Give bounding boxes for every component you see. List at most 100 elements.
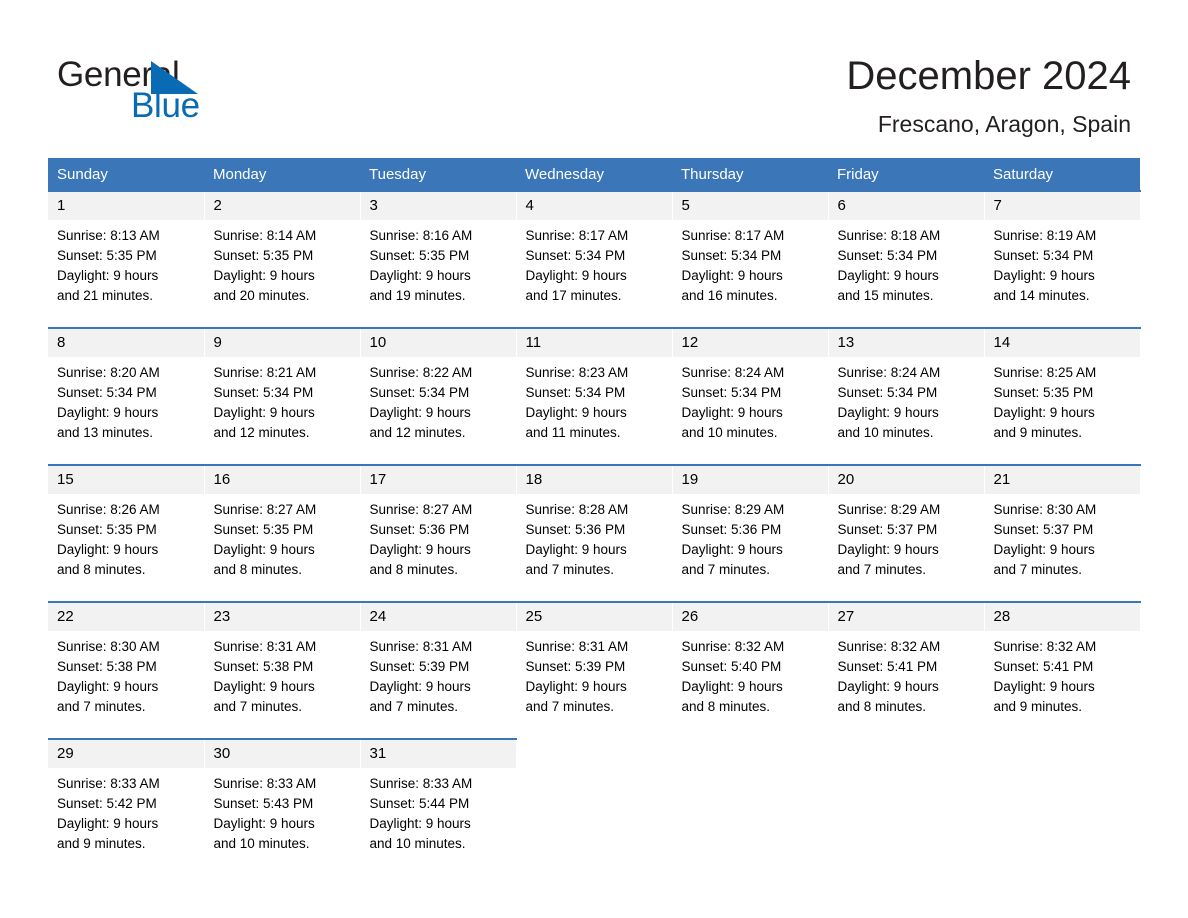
sunset-text: Sunset: 5:34 PM [681,385,782,400]
calendar-week-row: 22 Sunrise: 8:30 AM Sunset: 5:38 PM Dayl… [48,601,1141,736]
sunrise-text: Sunrise: 8:32 AM [993,639,1097,654]
day-number: 11 [516,329,672,357]
sunset-text: Sunset: 5:43 PM [213,796,314,811]
day-cell[interactable]: 28 Sunrise: 8:32 AM Sunset: 5:41 PM Dayl… [984,601,1141,736]
day-number: 7 [984,192,1140,220]
day-cell[interactable]: 11 Sunrise: 8:23 AM Sunset: 5:34 PM Dayl… [516,327,673,462]
daylight-text-line2: and 11 minutes. [525,425,621,440]
sunrise-text: Sunrise: 8:31 AM [213,639,317,654]
day-cell[interactable]: 12 Sunrise: 8:24 AM Sunset: 5:34 PM Dayl… [672,327,829,462]
day-cell[interactable]: 20 Sunrise: 8:29 AM Sunset: 5:37 PM Dayl… [828,464,985,599]
day-number: 10 [360,329,516,357]
day-cell[interactable]: 9 Sunrise: 8:21 AM Sunset: 5:34 PM Dayli… [204,327,361,462]
weekday-header-friday: Friday [828,158,984,191]
daylight-text-line2: and 10 minutes. [369,836,466,851]
daylight-text-line2: and 17 minutes. [525,288,622,303]
day-details: Sunrise: 8:29 AM Sunset: 5:36 PM Dayligh… [673,494,828,580]
day-number [984,740,1140,768]
day-number: 30 [204,740,360,768]
daylight-text-line2: and 12 minutes. [213,425,310,440]
day-details: Sunrise: 8:13 AM Sunset: 5:35 PM Dayligh… [48,220,204,306]
daylight-text-line1: Daylight: 9 hours [57,542,159,557]
day-details: Sunrise: 8:18 AM Sunset: 5:34 PM Dayligh… [829,220,984,306]
sunset-text: Sunset: 5:34 PM [525,385,626,400]
day-cell[interactable]: 6 Sunrise: 8:18 AM Sunset: 5:34 PM Dayli… [828,190,985,325]
day-number [828,740,984,768]
day-cell[interactable]: 29 Sunrise: 8:33 AM Sunset: 5:42 PM Dayl… [48,738,205,873]
day-cell[interactable]: 18 Sunrise: 8:28 AM Sunset: 5:36 PM Dayl… [516,464,673,599]
daylight-text-line1: Daylight: 9 hours [993,542,1095,557]
daylight-text-line1: Daylight: 9 hours [993,679,1095,694]
day-cell[interactable]: 15 Sunrise: 8:26 AM Sunset: 5:35 PM Dayl… [48,464,205,599]
day-cell[interactable]: 25 Sunrise: 8:31 AM Sunset: 5:39 PM Dayl… [516,601,673,736]
day-cell[interactable]: 2 Sunrise: 8:14 AM Sunset: 5:35 PM Dayli… [204,190,361,325]
day-cell[interactable]: 31 Sunrise: 8:33 AM Sunset: 5:44 PM Dayl… [360,738,517,873]
day-number: 27 [828,603,984,631]
day-cell[interactable]: 22 Sunrise: 8:30 AM Sunset: 5:38 PM Dayl… [48,601,205,736]
day-cell[interactable]: 14 Sunrise: 8:25 AM Sunset: 5:35 PM Dayl… [984,327,1141,462]
day-number: 3 [360,192,516,220]
daylight-text-line2: and 8 minutes. [837,699,927,714]
day-cell[interactable]: 16 Sunrise: 8:27 AM Sunset: 5:35 PM Dayl… [204,464,361,599]
day-cell[interactable]: 10 Sunrise: 8:22 AM Sunset: 5:34 PM Dayl… [360,327,517,462]
day-details: Sunrise: 8:14 AM Sunset: 5:35 PM Dayligh… [205,220,360,306]
day-cell-empty [516,738,673,873]
day-cell[interactable]: 24 Sunrise: 8:31 AM Sunset: 5:39 PM Dayl… [360,601,517,736]
daylight-text-line1: Daylight: 9 hours [213,679,315,694]
sunrise-text: Sunrise: 8:19 AM [993,228,1097,243]
day-cell[interactable]: 7 Sunrise: 8:19 AM Sunset: 5:34 PM Dayli… [984,190,1141,325]
daylight-text-line2: and 7 minutes. [681,562,771,577]
day-number: 26 [672,603,828,631]
daylight-text-line2: and 15 minutes. [837,288,934,303]
sunrise-text: Sunrise: 8:33 AM [57,776,160,791]
day-details: Sunrise: 8:28 AM Sunset: 5:36 PM Dayligh… [517,494,672,580]
day-details: Sunrise: 8:29 AM Sunset: 5:37 PM Dayligh… [829,494,984,580]
day-cell[interactable]: 21 Sunrise: 8:30 AM Sunset: 5:37 PM Dayl… [984,464,1141,599]
daylight-text-line1: Daylight: 9 hours [993,268,1095,283]
sunset-text: Sunset: 5:34 PM [837,248,938,263]
weekday-header-wednesday: Wednesday [516,158,672,191]
day-cell[interactable]: 1 Sunrise: 8:13 AM Sunset: 5:35 PM Dayli… [48,190,205,325]
daylight-text-line2: and 12 minutes. [369,425,466,440]
day-number: 15 [48,466,204,494]
sunset-text: Sunset: 5:35 PM [213,248,314,263]
day-cell[interactable]: 3 Sunrise: 8:16 AM Sunset: 5:35 PM Dayli… [360,190,517,325]
day-cell[interactable]: 4 Sunrise: 8:17 AM Sunset: 5:34 PM Dayli… [516,190,673,325]
sunset-text: Sunset: 5:44 PM [369,796,470,811]
day-cell[interactable]: 30 Sunrise: 8:33 AM Sunset: 5:43 PM Dayl… [204,738,361,873]
day-cell[interactable]: 23 Sunrise: 8:31 AM Sunset: 5:38 PM Dayl… [204,601,361,736]
day-cell[interactable]: 5 Sunrise: 8:17 AM Sunset: 5:34 PM Dayli… [672,190,829,325]
day-cell-empty [828,738,985,873]
daylight-text-line1: Daylight: 9 hours [57,268,159,283]
day-details: Sunrise: 8:30 AM Sunset: 5:37 PM Dayligh… [985,494,1140,580]
day-details: Sunrise: 8:22 AM Sunset: 5:34 PM Dayligh… [361,357,516,443]
day-cell[interactable]: 8 Sunrise: 8:20 AM Sunset: 5:34 PM Dayli… [48,327,205,462]
daylight-text-line1: Daylight: 9 hours [57,405,159,420]
day-cell[interactable]: 26 Sunrise: 8:32 AM Sunset: 5:40 PM Dayl… [672,601,829,736]
sunrise-text: Sunrise: 8:16 AM [369,228,473,243]
sunset-text: Sunset: 5:39 PM [369,659,470,674]
daylight-text-line1: Daylight: 9 hours [369,542,471,557]
general-blue-logo[interactable]: General Blue [57,55,277,133]
daylight-text-line2: and 7 minutes. [57,699,146,714]
day-cell[interactable]: 19 Sunrise: 8:29 AM Sunset: 5:36 PM Dayl… [672,464,829,599]
daylight-text-line1: Daylight: 9 hours [525,679,627,694]
day-cell-empty [984,738,1141,873]
day-details: Sunrise: 8:21 AM Sunset: 5:34 PM Dayligh… [205,357,360,443]
day-number: 1 [48,192,204,220]
sunset-text: Sunset: 5:36 PM [369,522,470,537]
day-number: 9 [204,329,360,357]
daylight-text-line2: and 20 minutes. [213,288,310,303]
weekday-header-row: Sunday Monday Tuesday Wednesday Thursday… [48,158,1140,191]
day-cell[interactable]: 27 Sunrise: 8:32 AM Sunset: 5:41 PM Dayl… [828,601,985,736]
day-number: 31 [360,740,516,768]
daylight-text-line2: and 9 minutes. [993,699,1083,714]
day-number: 6 [828,192,984,220]
day-cell[interactable]: 17 Sunrise: 8:27 AM Sunset: 5:36 PM Dayl… [360,464,517,599]
day-details: Sunrise: 8:23 AM Sunset: 5:34 PM Dayligh… [517,357,672,443]
daylight-text-line1: Daylight: 9 hours [369,405,471,420]
sunset-text: Sunset: 5:37 PM [993,522,1094,537]
location-subtitle: Frescano, Aragon, Spain [877,111,1131,137]
day-cell[interactable]: 13 Sunrise: 8:24 AM Sunset: 5:34 PM Dayl… [828,327,985,462]
sunset-text: Sunset: 5:37 PM [837,522,938,537]
